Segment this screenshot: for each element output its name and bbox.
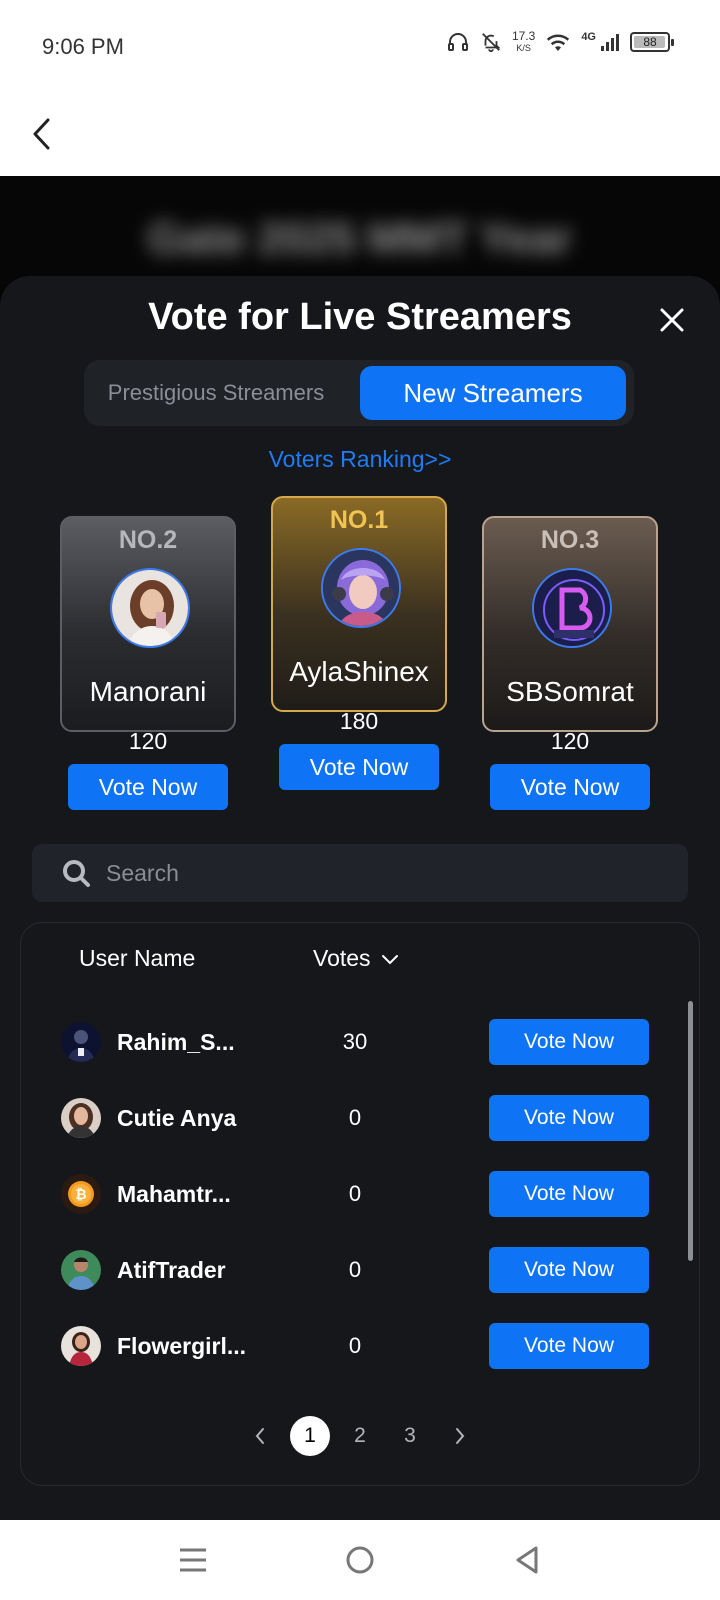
row-user-name: Mahamtr... [117, 1181, 231, 1207]
podium-name: Manorani [89, 676, 207, 707]
status-bar: 9:06 PM 17.3 K/S 4G 88 [0, 0, 720, 96]
close-icon [660, 308, 684, 332]
net-speed: 17.3 K/S [512, 30, 535, 54]
battery-level: 88 [643, 35, 657, 49]
avatar [61, 1022, 101, 1062]
home-button[interactable] [330, 1530, 390, 1590]
page-2-button[interactable]: 2 [340, 1416, 380, 1456]
page-1-button[interactable]: 1 [290, 1416, 330, 1456]
row-user-name: Cutie Anya [117, 1105, 237, 1131]
battery-icon: 88 [630, 32, 674, 52]
column-header-votes[interactable]: Votes [313, 945, 399, 972]
list-item: AtifTrader 0 Vote Now [21, 1233, 699, 1309]
status-time: 9:06 PM [42, 34, 124, 59]
pagination: 1 2 3 [21, 1415, 699, 1457]
podium-name: AylaShinex [289, 656, 429, 687]
chevron-right-icon [456, 1428, 465, 1444]
vote-now-button[interactable]: Vote Now [489, 1323, 649, 1369]
vote-now-button[interactable]: Vote Now [489, 1247, 649, 1293]
back-button[interactable] [26, 112, 58, 156]
list-rows: Rahim_S... 30 Vote Now Cutie Anya 0 Vote… [21, 1005, 699, 1397]
list-item-partial [21, 1385, 699, 1397]
list-scrollbar[interactable] [688, 1001, 693, 1261]
system-nav-bar [0, 1520, 720, 1600]
status-icons: 17.3 K/S 4G 88 [446, 30, 674, 54]
vote-now-button-third[interactable]: Vote Now [490, 764, 650, 810]
tab-new-streamers[interactable]: New Streamers [360, 366, 626, 420]
search-icon [60, 857, 92, 889]
row-votes: 0 [348, 1105, 362, 1130]
rank-label: NO.3 [540, 526, 600, 554]
svg-text:₿: ₿ [75, 1187, 86, 1203]
avatar [61, 1250, 101, 1290]
close-button[interactable] [652, 300, 692, 340]
avatar [61, 1098, 101, 1138]
vote-now-button[interactable]: Vote Now [489, 1171, 649, 1217]
votes-header-label: Votes [313, 945, 371, 971]
row-user-name: AtifTrader [117, 1257, 226, 1283]
vote-now-button-first[interactable]: Vote Now [279, 744, 439, 790]
headset-icon [446, 30, 470, 54]
avatar [110, 568, 190, 648]
voters-ranking-link[interactable]: Voters Ranking>> [0, 446, 720, 473]
search-input[interactable] [106, 859, 666, 887]
avatar [61, 1326, 101, 1366]
chevron-down-icon [381, 954, 398, 964]
streamer-tabs: Prestigious Streamers New Streamers [84, 360, 634, 426]
podium-votes-third: 120 [550, 728, 590, 754]
search-bar[interactable] [32, 844, 688, 902]
app-bar [0, 96, 720, 176]
podium-card-first[interactable]: NO.1 AylaShinex [271, 496, 447, 712]
rank-label: NO.1 [329, 506, 389, 534]
wifi-icon [545, 31, 571, 53]
modal-title: Vote for Live Streamers [148, 296, 572, 338]
menu-icon [180, 1548, 207, 1572]
vote-now-button[interactable]: Vote Now [489, 1019, 649, 1065]
list-item: Flowergirl... 0 Vote Now [21, 1309, 699, 1385]
streamer-list: User Name Votes Rahim_S... 30 Vote Now C… [20, 922, 700, 1486]
row-votes: 0 [348, 1181, 362, 1206]
avatar [321, 548, 401, 628]
background-title: Gate 2025 MMT Year [147, 214, 573, 263]
page-3-button[interactable]: 3 [390, 1416, 430, 1456]
podium-votes-second: 120 [128, 728, 168, 754]
row-votes: 30 [342, 1029, 368, 1054]
net-speed-value: 17.3 [511, 29, 536, 43]
row-votes: 0 [348, 1257, 362, 1282]
row-user-name: Rahim_S... [117, 1029, 235, 1055]
rank-label: NO.2 [118, 526, 178, 554]
list-item: ₿ Mahamtr... 0 Vote Now [21, 1157, 699, 1233]
podium-name: SBSomrat [506, 676, 634, 707]
avatar: ₿ [61, 1174, 101, 1214]
screen: 9:06 PM 17.3 K/S 4G 88 Gate 2025 MMT Yea… [0, 0, 720, 1600]
system-back-button[interactable] [497, 1530, 557, 1590]
row-user-name: Flowergirl... [117, 1333, 247, 1359]
vote-now-button-second[interactable]: Vote Now [68, 764, 228, 810]
chevron-left-icon [33, 118, 50, 150]
recents-button[interactable] [163, 1530, 223, 1590]
network-type: 4G [581, 31, 596, 43]
signal-icon [600, 32, 620, 52]
back-triangle-icon [516, 1546, 538, 1574]
vote-modal: Vote for Live Streamers Prestigious Stre… [0, 276, 720, 1520]
podium-card-third[interactable]: NO.3 SBSomrat [482, 516, 658, 732]
home-circle-icon [346, 1546, 374, 1574]
list-item: Cutie Anya 0 Vote Now [21, 1081, 699, 1157]
pagination-next-button[interactable] [440, 1416, 480, 1456]
chevron-left-icon [255, 1428, 264, 1444]
bell-off-icon [480, 31, 502, 53]
podium-card-second[interactable]: NO.2 Manorani [60, 516, 236, 732]
avatar [532, 568, 612, 648]
pagination-prev-button[interactable] [240, 1416, 280, 1456]
list-item: Rahim_S... 30 Vote Now [21, 1005, 699, 1081]
vote-now-button[interactable]: Vote Now [489, 1095, 649, 1141]
net-speed-unit: K/S [516, 43, 531, 53]
podium-votes-first: 180 [339, 708, 379, 734]
tab-prestigious-streamers[interactable]: Prestigious Streamers [98, 366, 334, 420]
column-header-user-name: User Name [79, 945, 196, 971]
row-votes: 0 [348, 1333, 362, 1358]
